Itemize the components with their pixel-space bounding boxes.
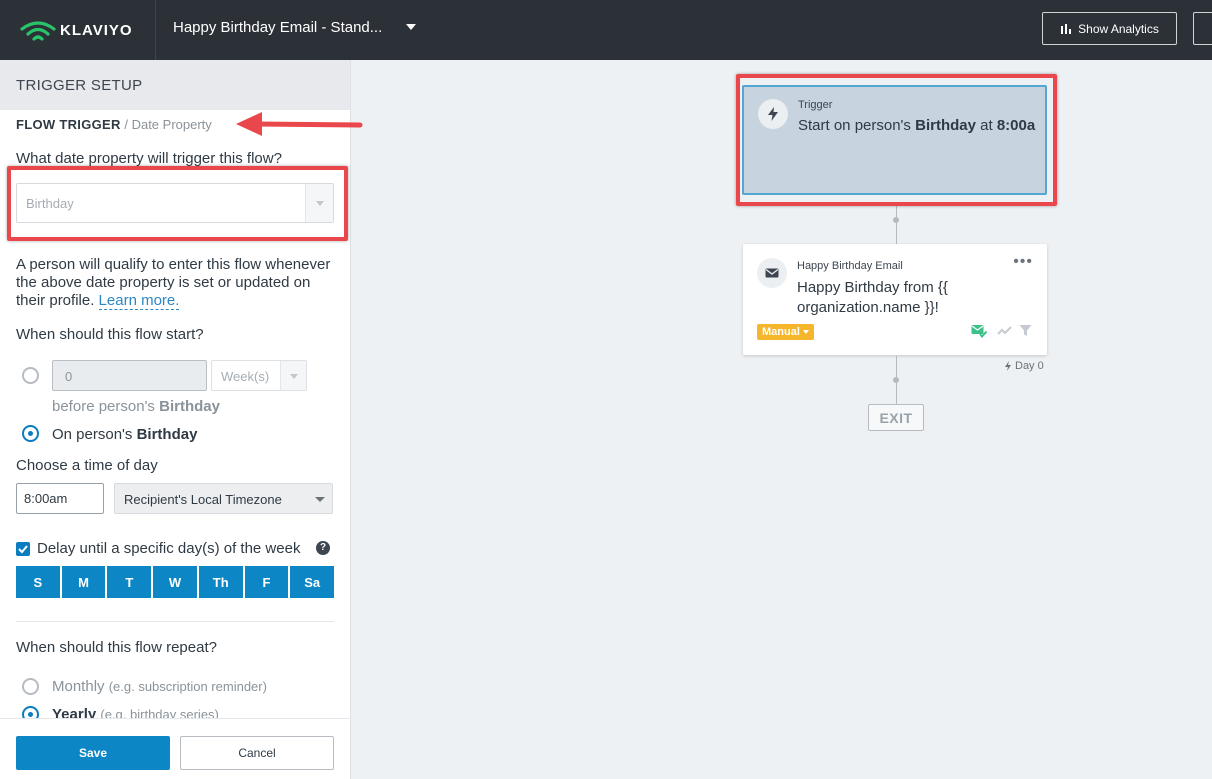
- radio-on-date[interactable]: [22, 425, 39, 442]
- before-date-label: before person's Birthday: [52, 398, 220, 415]
- checkmark-icon: [18, 545, 28, 554]
- smart-sending-icon[interactable]: [997, 326, 1013, 336]
- connector-line: [896, 205, 897, 244]
- time-question: Choose a time of day: [16, 457, 158, 474]
- qualify-info-text: A person will qualify to enter this flow…: [16, 256, 336, 310]
- day-monday-button[interactable]: M: [61, 566, 106, 598]
- panel-header: TRIGGER SETUP: [0, 60, 350, 110]
- radio-monthly[interactable]: [22, 678, 39, 695]
- monthly-text: Monthly: [52, 678, 105, 695]
- date-property-question: What date property will trigger this flo…: [16, 150, 282, 167]
- email-node[interactable]: Happy Birthday Email Happy Birthday from…: [743, 244, 1047, 355]
- repeat-question: When should this flow repeat?: [16, 639, 217, 656]
- offset-number-input[interactable]: 0: [52, 360, 207, 391]
- panel-footer: Save Cancel: [0, 718, 350, 779]
- bar-chart-icon: [1061, 23, 1072, 34]
- envelope-icon: [765, 268, 779, 278]
- on-date-bold: Birthday: [136, 426, 198, 443]
- secondary-header-button[interactable]: [1193, 12, 1212, 45]
- flow-title-caret-icon[interactable]: [406, 24, 416, 30]
- timezone-value: Recipient's Local Timezone: [124, 492, 282, 507]
- chevron-down-icon: [280, 361, 306, 390]
- breadcrumb: FLOW TRIGGER / Date Property: [16, 117, 212, 132]
- delay-day-label[interactable]: Delay until a specific day(s) of the wee…: [37, 540, 300, 557]
- more-options-icon[interactable]: •••: [1013, 254, 1033, 270]
- email-approved-icon[interactable]: [971, 324, 987, 338]
- on-date-label[interactable]: On person's Birthday: [52, 426, 197, 443]
- brand[interactable]: KLAVIYO: [0, 0, 156, 60]
- show-analytics-button[interactable]: Show Analytics: [1042, 12, 1177, 45]
- date-property-highlight-box: [7, 166, 348, 241]
- manual-status-text: Manual: [762, 326, 800, 338]
- exit-node: EXIT: [868, 404, 924, 431]
- time-of-day-value: 8:00am: [24, 491, 68, 506]
- offset-unit-value: Week(s): [221, 369, 270, 384]
- delay-day-text: Day 0: [1015, 360, 1044, 372]
- day-tuesday-button[interactable]: T: [107, 566, 152, 598]
- offset-number-value: 0: [65, 369, 73, 384]
- manual-status-badge[interactable]: Manual: [757, 324, 814, 340]
- day-of-week-selector: S M T W Th F Sa: [16, 566, 335, 598]
- time-of-day-input[interactable]: 8:00am: [16, 483, 104, 514]
- offset-unit-select[interactable]: Week(s): [211, 360, 307, 391]
- day-friday-button[interactable]: F: [244, 566, 289, 598]
- lightning-bolt-icon: [1005, 361, 1011, 371]
- top-bar: KLAVIYO Happy Birthday Email - Stand... …: [0, 0, 1212, 60]
- before-date-bold: Birthday: [159, 398, 220, 415]
- trigger-highlight-box: [736, 74, 1057, 206]
- connector-dot: [893, 377, 899, 383]
- on-date-text: On person's: [52, 426, 133, 443]
- delay-day-indicator: Day 0: [1004, 360, 1044, 372]
- day-sunday-button[interactable]: S: [16, 566, 60, 598]
- help-icon[interactable]: ?: [316, 541, 330, 555]
- day-wednesday-button[interactable]: W: [153, 566, 197, 598]
- start-question: When should this flow start?: [16, 326, 204, 343]
- flow-title[interactable]: Happy Birthday Email - Stand...: [173, 19, 382, 36]
- caret-down-icon: [802, 330, 809, 334]
- timezone-select[interactable]: Recipient's Local Timezone: [114, 483, 333, 514]
- email-subject: Happy Birthday from {{ organization.name…: [797, 279, 948, 316]
- panel-title: TRIGGER SETUP: [16, 77, 143, 94]
- cancel-button[interactable]: Cancel: [180, 736, 334, 770]
- show-analytics-label: Show Analytics: [1078, 21, 1159, 36]
- day-thursday-button[interactable]: Th: [198, 566, 243, 598]
- connector-dot: [893, 217, 899, 223]
- monthly-label[interactable]: Monthly (e.g. subscription reminder): [52, 678, 267, 695]
- radio-before-date[interactable]: [22, 367, 39, 384]
- save-button[interactable]: Save: [16, 736, 170, 770]
- breadcrumb-separator: /: [124, 117, 128, 132]
- breadcrumb-main[interactable]: FLOW TRIGGER: [16, 117, 121, 132]
- before-date-text: before person's: [52, 398, 155, 415]
- filter-icon[interactable]: [1019, 324, 1032, 337]
- delay-day-checkbox[interactable]: [16, 542, 30, 556]
- monthly-hint: (e.g. subscription reminder): [108, 679, 267, 694]
- breadcrumb-sub: Date Property: [131, 117, 212, 132]
- annotation-arrow-icon: [236, 112, 363, 136]
- klaviyo-logo-icon: [20, 21, 56, 41]
- email-node-label: Happy Birthday Email: [797, 260, 903, 272]
- learn-more-link[interactable]: Learn more.: [98, 292, 180, 310]
- day-saturday-button[interactable]: Sa: [290, 566, 335, 598]
- section-divider: [16, 621, 334, 622]
- email-icon-circle: [757, 258, 787, 288]
- brand-name: KLAVIYO: [60, 21, 133, 39]
